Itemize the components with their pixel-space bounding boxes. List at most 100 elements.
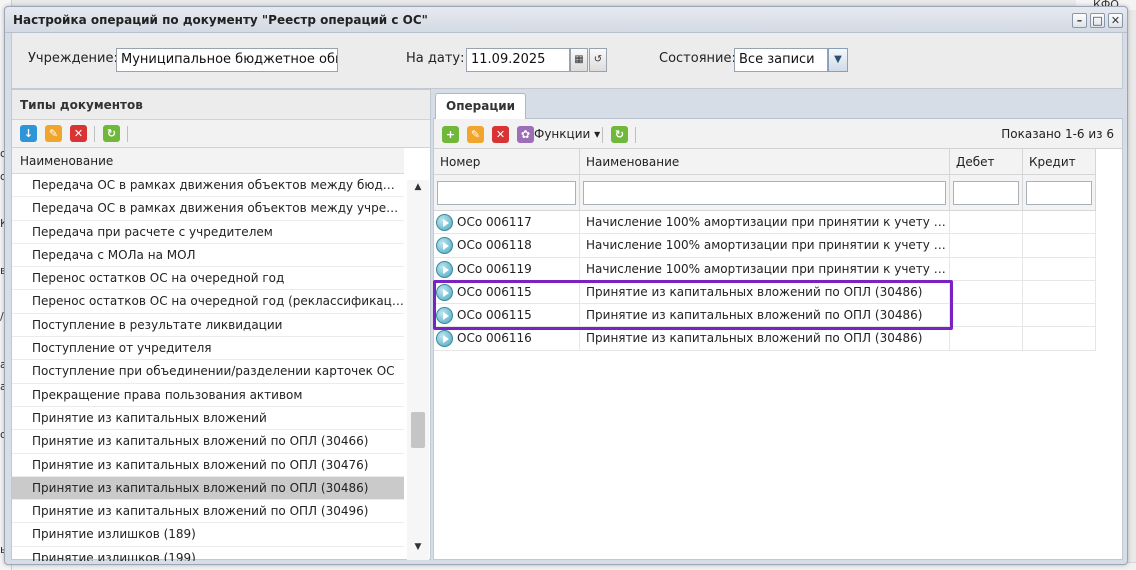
institution-field[interactable]: Муниципальное бюджетное общеобразователь… [116,48,338,72]
list-item[interactable]: Принятие из капитальных вложений [12,407,404,431]
refresh-icon[interactable]: ↻ [103,125,120,142]
table-row[interactable]: ОСо 006115 Принятие из капитальных вложен… [434,304,1096,328]
cell-debit [950,327,1023,351]
functions-gear-icon[interactable]: ✿ [517,126,534,143]
column-header-name[interactable]: Наименование [580,149,950,175]
cell-number-text: ОСо 006119 [457,261,532,276]
cell-name: Начисление 100% амортизации при принятии… [580,234,950,258]
list-item[interactable]: Перенос остатков ОС на очередной год (ре… [12,290,404,314]
operations-panel: + ✎ ✕ ✿ Функции ▾ ↻ Показано 1-6 из 6 Но… [433,119,1123,560]
list-item[interactable]: Поступление при объединении/разделении к… [12,360,404,384]
cell-credit [1023,304,1096,328]
filter-credit-input[interactable] [1026,181,1092,205]
list-item[interactable]: Принятие из капитальных вложений по ОПЛ … [12,500,404,524]
toolbar-divider [635,127,636,143]
state-select[interactable]: Все записи [734,48,828,72]
list-item[interactable]: Передача с МОЛа на МОЛ [12,244,404,268]
list-item[interactable]: Принятие из капитальных вложений по ОПЛ … [12,430,404,454]
list-item[interactable]: Принятие излишков (189) [12,523,404,547]
edit-icon[interactable]: ✎ [467,126,484,143]
cell-name: Принятие из капитальных вложений по ОПЛ … [580,327,950,351]
table-row[interactable]: ОСо 006118 Начисление 100% амортизации пр… [434,234,1096,258]
refresh-icon[interactable]: ↻ [611,126,628,143]
list-item[interactable]: Поступление от учредителя [12,337,404,361]
list-item[interactable]: Передача ОС в рамках движения объектов м… [12,174,404,198]
document-types-list: Передача ОС в рамках движения объектов м… [12,174,404,561]
expand-play-icon[interactable] [436,214,453,231]
column-header-debit[interactable]: Дебет [950,149,1023,175]
filter-debit-input[interactable] [953,181,1019,205]
filter-name-input[interactable] [583,181,946,205]
download-icon[interactable]: ↓ [20,125,37,142]
maximize-icon[interactable]: □ [1090,13,1105,28]
toolbar-divider [94,126,95,142]
cell-number: ОСо 006117 [434,211,580,234]
column-header-credit[interactable]: Кредит [1023,149,1096,175]
expand-play-icon[interactable] [436,260,453,278]
date-label: На дату: [406,51,465,66]
calendar-icon[interactable]: ▦ [570,48,588,72]
chevron-down-icon[interactable]: ▼ [828,48,848,72]
cell-name: Принятие из капитальных вложений по ОПЛ … [580,280,950,304]
list-item[interactable]: Принятие из капитальных вложений по ОПЛ … [12,476,404,501]
list-item[interactable]: Поступление в результате ликвидации [12,314,404,338]
refresh-date-icon[interactable]: ↺ [589,48,607,72]
functions-menu-button[interactable]: Функции ▾ [534,126,600,143]
cell-number-text: ОСо 006115 [457,284,532,299]
window-title: Настройка операций по документу "Реестр … [13,13,428,27]
scroll-down-icon[interactable]: ▼ [412,542,424,552]
table-row[interactable]: ОСо 006117 Начисление 100% амортизации пр… [434,211,1096,235]
institution-label: Учреждение: [28,51,118,66]
scroll-thumb[interactable] [411,412,425,448]
operations-toolbar: + ✎ ✕ ✿ Функции ▾ ↻ Показано 1-6 из 6 [434,119,1122,149]
caret-down-icon: ▾ [590,127,601,141]
table-row[interactable]: ОСо 006116 Принятие из капитальных вложен… [434,327,1096,351]
expand-play-icon[interactable] [436,283,453,301]
operations-tabstrip: Операции [433,89,1123,120]
column-header-name[interactable]: Наименование [12,148,404,174]
delete-icon[interactable]: ✕ [70,125,87,142]
list-item[interactable]: Прекращение права пользования активом [12,384,404,407]
scroll-up-icon[interactable]: ▲ [412,182,424,192]
cell-number: ОСо 006115 [434,280,580,304]
cell-debit [950,211,1023,234]
cell-name: Принятие из капитальных вложений по ОПЛ … [580,304,950,328]
document-types-toolbar: ↓ ✎ ✕ ↻ [12,120,430,148]
window-titlebar[interactable]: Настройка операций по документу "Реестр … [5,7,1127,33]
filter-number-input[interactable] [437,181,576,205]
close-icon[interactable]: ✕ [1108,13,1123,28]
edit-icon[interactable]: ✎ [45,125,62,142]
cell-number-text: ОСо 006116 [457,331,532,346]
cell-name: Начисление 100% амортизации при принятии… [580,257,950,281]
vertical-scrollbar[interactable]: ▲ ▼ [407,180,429,560]
cell-number: ОСо 006115 [434,304,580,328]
expand-play-icon[interactable] [436,307,453,325]
operations-grid-header: Номер Наименование Дебет Кредит [434,149,1096,175]
cell-debit [950,234,1023,258]
list-item[interactable]: Перенос остатков ОС на очередной год [12,267,404,291]
cell-credit [1023,257,1096,281]
tab-operations[interactable]: Операции [435,93,527,120]
cell-debit [950,304,1023,328]
document-types-title: Типы документов [12,90,430,120]
filter-bar: Учреждение: Муниципальное бюджетное обще… [11,33,1123,89]
add-icon[interactable]: + [442,126,459,143]
date-field[interactable]: 11.09.2025 [466,48,570,72]
toolbar-divider [602,127,603,143]
list-item[interactable]: Передача ОС в рамках движения объектов м… [12,197,404,221]
list-item[interactable]: Принятие излишков (199) [12,547,404,561]
list-item[interactable]: Передача при расчете с учредителем [12,221,404,244]
cell-number-text: ОСо 006117 [457,215,532,229]
operations-grid-filters [434,175,1096,211]
cell-credit [1023,327,1096,351]
minimize-icon[interactable]: – [1072,13,1087,28]
functions-label: Функции [534,127,591,141]
expand-play-icon[interactable] [436,237,453,255]
table-row[interactable]: ОСо 006115 Принятие из капитальных вложен… [434,280,1096,305]
cell-name: Начисление 100% амортизации при принятии… [580,211,950,234]
table-row[interactable]: ОСо 006119 Начисление 100% амортизации пр… [434,257,1096,281]
list-item[interactable]: Принятие из капитальных вложений по ОПЛ … [12,454,404,477]
expand-play-icon[interactable] [436,330,453,348]
column-header-number[interactable]: Номер [434,149,580,175]
delete-icon[interactable]: ✕ [492,126,509,143]
